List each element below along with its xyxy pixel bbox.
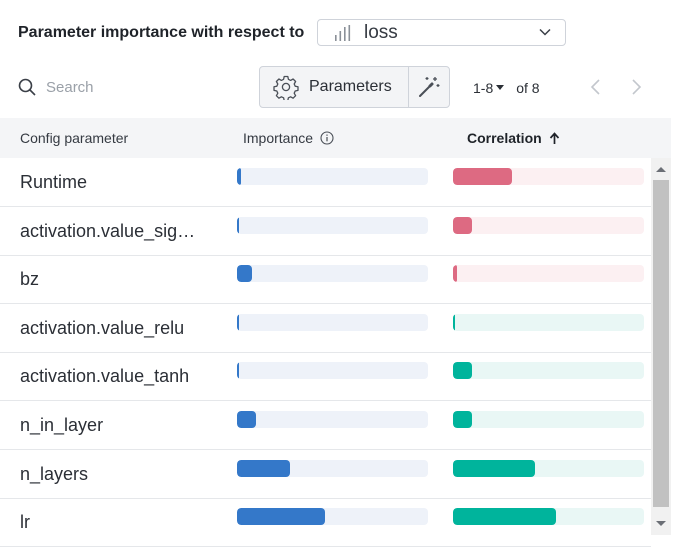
table-row[interactable]: lr [0, 498, 651, 547]
correlation-bar-track [453, 216, 644, 234]
column-header-label: Config parameter [20, 130, 129, 146]
sort-ascending-icon [549, 131, 559, 144]
parameter-name: lr [20, 512, 30, 533]
importance-bar [237, 508, 325, 526]
parameter-name: activation.value_sig… [20, 220, 196, 241]
panel-title: Parameter importance with respect to [18, 23, 305, 41]
page-size-select[interactable]: 1-8 [473, 80, 505, 96]
toolbar: Parameters 1-8 of 8 [0, 64, 675, 110]
importance-bar [237, 168, 241, 185]
parameters-button-group: Parameters [259, 66, 450, 108]
table-header: Config parameter Importance Correlation [0, 118, 671, 158]
importance-bar [237, 362, 239, 380]
correlation-bar-track [453, 265, 644, 283]
negative-correlation-bar [453, 313, 455, 331]
negative-correlation-bar [453, 459, 536, 477]
positive-correlation-bar [453, 265, 457, 283]
importance-bar-track [237, 313, 428, 331]
importance-bar-track [237, 362, 428, 380]
info-icon[interactable] [320, 131, 334, 145]
parameters-label: Parameters [309, 78, 392, 95]
table-body: Runtime activation.value_sig…bz activation… [0, 158, 651, 547]
page-total: of 8 [516, 80, 540, 96]
table-row[interactable]: n_layers [0, 450, 651, 499]
importance-bar-track [237, 411, 428, 428]
table-row[interactable]: Runtime [0, 158, 651, 207]
gear-icon [273, 75, 299, 100]
parameter-name: bz [20, 269, 40, 290]
table-row[interactable]: n_in_layer [0, 401, 651, 450]
header: Parameter importance with respect to [18, 19, 304, 46]
table-row[interactable]: bz [0, 255, 651, 305]
table-row[interactable]: activation.value_tanh [0, 352, 651, 402]
correlation-bar-track [453, 168, 644, 185]
scrollbar[interactable] [651, 158, 671, 535]
scroll-down-arrow-icon[interactable] [656, 520, 666, 527]
search-icon [18, 78, 36, 96]
negative-correlation-bar [453, 362, 473, 380]
negative-correlation-bar [453, 508, 557, 526]
table-row[interactable]: activation.value_relu [0, 304, 651, 353]
pagination: 1-8 of 8 [473, 78, 540, 98]
correlation-bar-track [453, 508, 644, 526]
importance-bar [237, 216, 239, 234]
correlation-bar-track [453, 411, 644, 428]
parameter-name: Runtime [20, 172, 88, 192]
importance-bar [237, 313, 239, 331]
positive-correlation-bar [453, 216, 473, 234]
metric-value: loss [364, 21, 398, 43]
column-header-label: Importance [243, 130, 314, 146]
correlation-bar-track [453, 313, 644, 331]
scrollbar-thumb[interactable] [653, 180, 669, 507]
parameter-name: activation.value_tanh [20, 366, 190, 387]
column-header-correlation[interactable]: Correlation [467, 130, 560, 146]
next-page-button[interactable] [629, 78, 643, 96]
importance-bar-track [237, 508, 428, 526]
bar-chart-icon [335, 24, 351, 41]
search-input[interactable] [46, 76, 196, 98]
column-header-label: Correlation [467, 130, 542, 146]
page-range: 1-8 [473, 80, 494, 96]
importance-bar [237, 411, 257, 428]
parameter-name: activation.value_relu [20, 317, 185, 338]
chevron-down-icon [539, 28, 551, 36]
parameter-name: n_layers [20, 463, 89, 484]
importance-bar-track [237, 168, 428, 185]
importance-bar-track [237, 216, 428, 234]
table-row[interactable]: activation.value_sig… [0, 207, 651, 256]
column-header-importance[interactable]: Importance [243, 130, 334, 146]
importance-bar-track [237, 459, 428, 477]
caret-down-icon [496, 85, 505, 90]
positive-correlation-bar [453, 168, 513, 185]
magic-wand-icon [419, 77, 440, 97]
importance-bar [237, 265, 253, 283]
magic-wand-button[interactable] [409, 67, 449, 107]
metric-select[interactable]: loss [317, 19, 566, 46]
correlation-bar-track [453, 362, 644, 380]
scroll-up-arrow-icon[interactable] [656, 166, 666, 173]
parameter-name: n_in_layer [20, 415, 104, 435]
previous-page-button[interactable] [589, 78, 603, 96]
importance-bar [237, 459, 291, 477]
negative-correlation-bar [453, 411, 473, 428]
importance-bar-track [237, 265, 428, 283]
column-header-config-parameter[interactable]: Config parameter [20, 130, 128, 146]
correlation-bar-track [453, 459, 644, 477]
parameters-button[interactable]: Parameters [260, 67, 409, 107]
